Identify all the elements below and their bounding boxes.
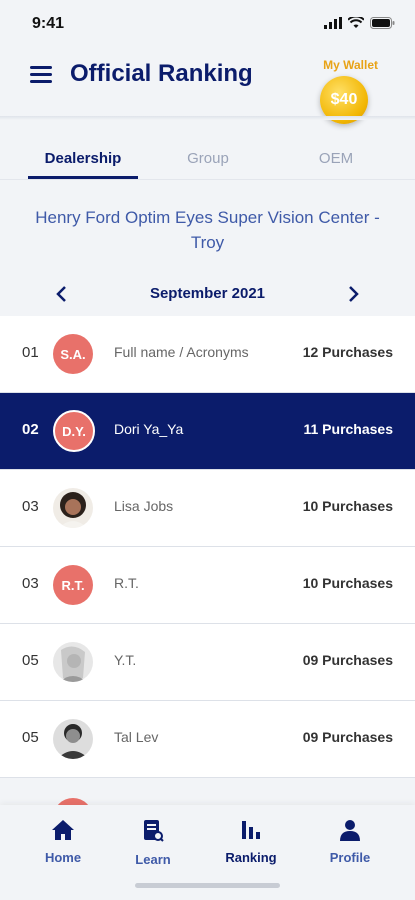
page-title: Official Ranking [70,60,253,87]
ranking-icon [242,821,260,839]
wallet-label: My Wallet [323,58,378,72]
profile-icon [340,820,360,841]
rank-number: 03 [22,575,39,592]
ranking-list: 01 S.A. Full name / Acronyms 12 Purchase… [0,316,415,778]
status-icons [324,17,395,29]
member-name: Full name / Acronyms [114,344,249,360]
tab-dealership[interactable]: Dealership [28,140,138,178]
nav-label: Ranking [225,850,277,865]
avatar: D.Y. [53,410,95,452]
chevron-right-icon[interactable] [341,282,365,306]
purchase-count: 11 Purchases [303,421,393,437]
member-name: Tal Lev [114,729,159,745]
ranking-row[interactable]: 01 S.A. Full name / Acronyms 12 Purchase… [0,316,415,393]
avatar-initials: R.T. [61,577,85,593]
dealer-name: Henry Ford Optim Eyes Super Vision Cente… [35,208,380,252]
header-divider [0,116,415,120]
tab-oem[interactable]: OEM [286,140,386,178]
nav-learn[interactable]: Learn [113,819,193,867]
chevron-left-icon[interactable] [50,282,74,306]
rank-number: 05 [22,652,39,669]
wifi-icon [348,17,364,28]
nav-profile[interactable]: Profile [310,819,390,865]
purchase-count: 10 Purchases [302,575,393,591]
avatar-photo [53,642,93,682]
member-name: Dori Ya_Ya [114,421,184,437]
avatar: S.A. [53,334,93,374]
avatar: R.T. [53,565,93,605]
rank-number: 02 [22,421,39,438]
ranking-row[interactable]: 05 Tal Lev 09 Purchases [0,701,415,778]
nav-label: Learn [135,852,171,867]
wallet-amount: $40 [330,91,358,108]
purchase-count: 12 Purchases [302,344,393,360]
avatar-photo [53,719,93,759]
member-name: Y.T. [114,652,137,668]
signal-icon [324,17,342,29]
nav-ranking[interactable]: Ranking [211,819,291,865]
avatar-photo [53,488,93,528]
rank-number: 05 [22,729,39,746]
avatar-initials: D.Y. [62,423,86,439]
purchase-count: 09 Purchases [302,729,393,745]
battery-icon [370,17,395,29]
ranking-row[interactable]: 05 Y.T. 09 Purchases [0,624,415,701]
ranking-tabs: Dealership Group OEM [0,140,415,180]
learn-icon [144,820,164,842]
ranking-row-current-user[interactable]: 02 D.Y. Dori Ya_Ya 11 Purchases [0,393,415,470]
nav-label: Home [44,850,82,865]
purchase-count: 09 Purchases [302,652,393,668]
home-icon [52,820,74,840]
status-time: 9:41 [32,15,65,32]
status-bar: 9:41 [0,0,415,48]
menu-icon[interactable] [30,66,52,84]
rank-number: 01 [22,344,39,361]
member-name: R.T. [114,575,139,591]
nav-home[interactable]: Home [23,819,103,865]
ranking-row[interactable]: 03 R.T. R.T. 10 Purchases [0,547,415,624]
app-header: Official Ranking My Wallet $40 [0,48,415,124]
ranking-row[interactable]: 03 Lisa Jobs 10 Purchases [0,470,415,547]
rank-number: 03 [22,498,39,515]
month-selector: September 2021 [0,282,415,306]
purchase-count: 10 Purchases [302,498,393,514]
tabs-divider [0,179,415,180]
member-name: Lisa Jobs [114,498,174,514]
tab-group[interactable]: Group [158,140,258,178]
avatar-initials: S.A. [60,346,86,362]
nav-label: Profile [329,850,371,865]
home-indicator [135,883,280,888]
